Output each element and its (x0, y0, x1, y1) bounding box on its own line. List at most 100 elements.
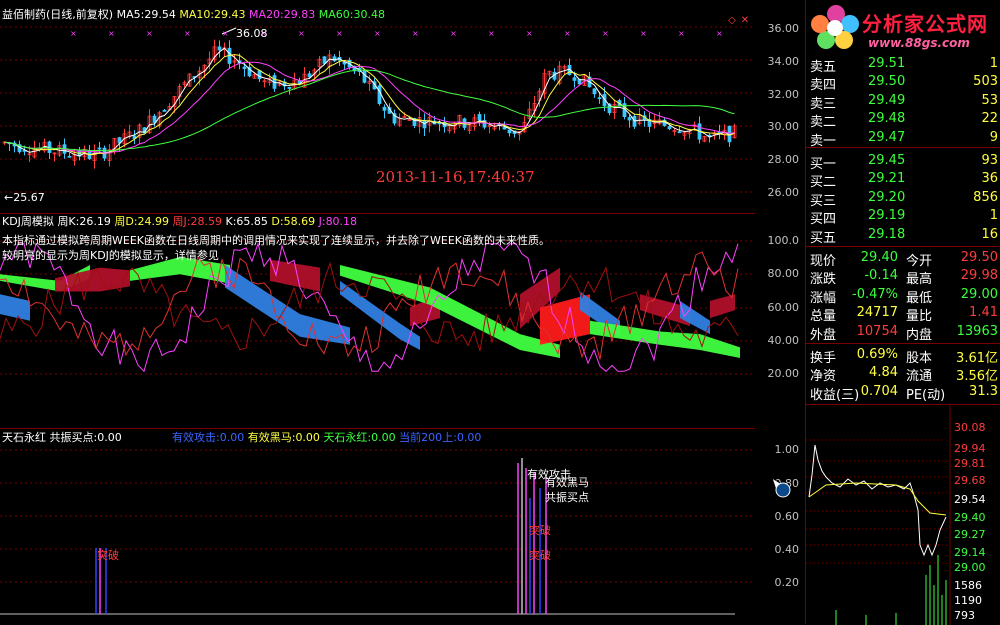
quote-label: 收益(三) (810, 387, 860, 403)
level-label: 买三 (810, 193, 837, 209)
diamond-icon[interactable]: ◇ (728, 15, 736, 26)
axis-label: 26.00 (767, 186, 800, 199)
kdj-panel[interactable]: KDJ周模拟 周K:26.19 周D:24.99 周J:28.59 K:65.8… (0, 213, 755, 429)
axis-label: 29.27 (954, 528, 986, 541)
quote-label: 今开 (906, 254, 933, 269)
close-icon[interactable]: ✕ (741, 15, 749, 26)
quote-label: 涨跌 (810, 272, 837, 288)
axis-label: 0.60 (774, 510, 800, 523)
quote-value: 29.40 (860, 250, 898, 265)
kdj-ribbon (710, 294, 735, 319)
axis-label: 29.68 (954, 474, 986, 487)
sell-level-row[interactable]: 卖一 29.47 9 (808, 129, 1000, 149)
buy-level-row[interactable]: 买一 29.45 93 (808, 152, 1000, 172)
logo-area[interactable]: 分析家公式网 www.88gs.com (806, 0, 1000, 52)
kline-panel[interactable]: × × × × × × × × × × × × × × × × × × 益佰制药(日线,前复权) MA5:29.5… (0, 0, 755, 214)
axis-label: 40.00 (767, 334, 800, 347)
quote-row: 外盘 10754 内盘 13963 (808, 323, 1000, 343)
top-marker: × (450, 29, 457, 38)
candle-body (382, 106, 387, 111)
quote-row: 涨幅 -0.47% 最低 29.00 (808, 286, 1000, 306)
low-annotation: 突破 (529, 549, 551, 562)
level-volume: 9 (989, 129, 998, 145)
quote-value: 13963 (956, 323, 998, 339)
above200-value: 0.00 (456, 431, 482, 444)
flower-logo-icon (811, 5, 859, 49)
buy-level-row[interactable]: 买四 29.19 1 (808, 207, 1000, 227)
ma10-value: 29.43 (214, 8, 246, 21)
level-label: 买五 (810, 230, 837, 246)
quote-row: 收益(三) 0.704 PE(动) 31.3 (808, 383, 1000, 403)
buy-point-label: 共振买点: (49, 431, 98, 444)
quote-value: 24717 (856, 305, 898, 321)
top-marker: × (678, 29, 685, 38)
sell-level-row[interactable]: 卖二 29.48 22 (808, 110, 1000, 130)
axis-label: 29.94 (954, 442, 986, 455)
divider (806, 246, 1000, 247)
divider (806, 343, 1000, 344)
quote-value: 3.61亿 (956, 351, 998, 366)
axis-label: 60.00 (767, 301, 800, 314)
window-controls[interactable]: ◇ ✕ (728, 8, 750, 26)
buy-level-row[interactable]: 买二 29.21 36 (808, 170, 1000, 190)
quote-label: 最高 (906, 272, 933, 288)
level-volume: 16 (981, 226, 998, 242)
sell-level-row[interactable]: 卖四 29.50 503 (808, 73, 1000, 94)
candle-body (287, 86, 292, 89)
level-volume: 1 (989, 56, 998, 71)
candle-body (597, 97, 602, 100)
top-marker: × (108, 29, 115, 38)
candle-body (592, 88, 597, 95)
attack-label: 有效攻击: (172, 431, 220, 444)
week-k-label: 周K: (57, 215, 80, 228)
candle-body (477, 114, 482, 121)
candle-body (152, 115, 157, 123)
candle-body (332, 56, 337, 62)
price-line (808, 444, 947, 557)
cursor-icon (770, 476, 792, 498)
candle-body (667, 126, 672, 130)
stock-title: 益佰制药(日线,前复权) (2, 8, 114, 21)
candle-body (507, 129, 512, 134)
top-marker: × (412, 29, 419, 38)
top-marker: × (374, 29, 381, 38)
quote-label: 现价 (810, 254, 837, 269)
week-d-value: 24.99 (137, 215, 170, 228)
logo-url: www.88gs.com (868, 36, 970, 50)
ma20-value: 29.83 (283, 8, 316, 21)
week-j-label: 周J: (172, 215, 191, 228)
quote-value: 10754 (856, 323, 898, 339)
sell-level-row[interactable]: 卖三 29.49 53 (808, 92, 1000, 112)
level-label: 卖四 (810, 78, 837, 94)
intraday-panel[interactable]: 30.08 29.94 29.81 29.68 29.54 29.40 29.2… (806, 404, 1000, 625)
d-value: 58.69 (283, 215, 316, 228)
axis-label: 1190 (954, 594, 982, 607)
axis-label: 1.00 (774, 443, 800, 456)
quote-label: 流通 (906, 369, 933, 385)
intraday-axis: 30.08 29.94 29.81 29.68 29.54 29.40 29.2… (951, 405, 1000, 625)
axis-label: 29.81 (954, 457, 986, 470)
breakthrough-annotation: 突破 (97, 549, 119, 562)
axis-label: 0.20 (774, 576, 800, 589)
buy-level-row[interactable]: 买三 29.20 856 (808, 189, 1000, 209)
buy-level-row[interactable]: 买五 29.18 16 (808, 226, 1000, 246)
axis-label: 29.14 (954, 546, 986, 559)
ma20-label: MA20: (249, 8, 284, 21)
ma60-label: MA60: (318, 8, 354, 21)
ma10-label: MA10: (179, 8, 215, 21)
kdj-axis: 100.0 80.00 60.00 40.00 20.00 (757, 213, 805, 428)
level-price: 29.51 (868, 56, 906, 71)
candle-body (377, 85, 382, 104)
ma60-value: 30.48 (353, 8, 385, 21)
quote-row: 涨跌 -0.14 最高 29.98 (808, 267, 1000, 288)
top-marker: × (298, 29, 305, 38)
quote-value: 4.84 (869, 365, 898, 381)
signal-panel[interactable]: 天石永红 共振买点:0.00 有效攻击:0.00 有效黑马:0.00 天石永红:… (0, 428, 755, 616)
quote-value: 29.98 (960, 268, 998, 284)
quote-label: 量比 (906, 309, 933, 325)
week-j-value: 28.59 (190, 215, 223, 228)
sell-level-row[interactable]: 卖五 29.51 1 (808, 55, 1000, 75)
top-marker: × (146, 29, 153, 38)
level-price: 29.21 (868, 171, 906, 187)
quote-value: 0.704 (860, 383, 898, 399)
